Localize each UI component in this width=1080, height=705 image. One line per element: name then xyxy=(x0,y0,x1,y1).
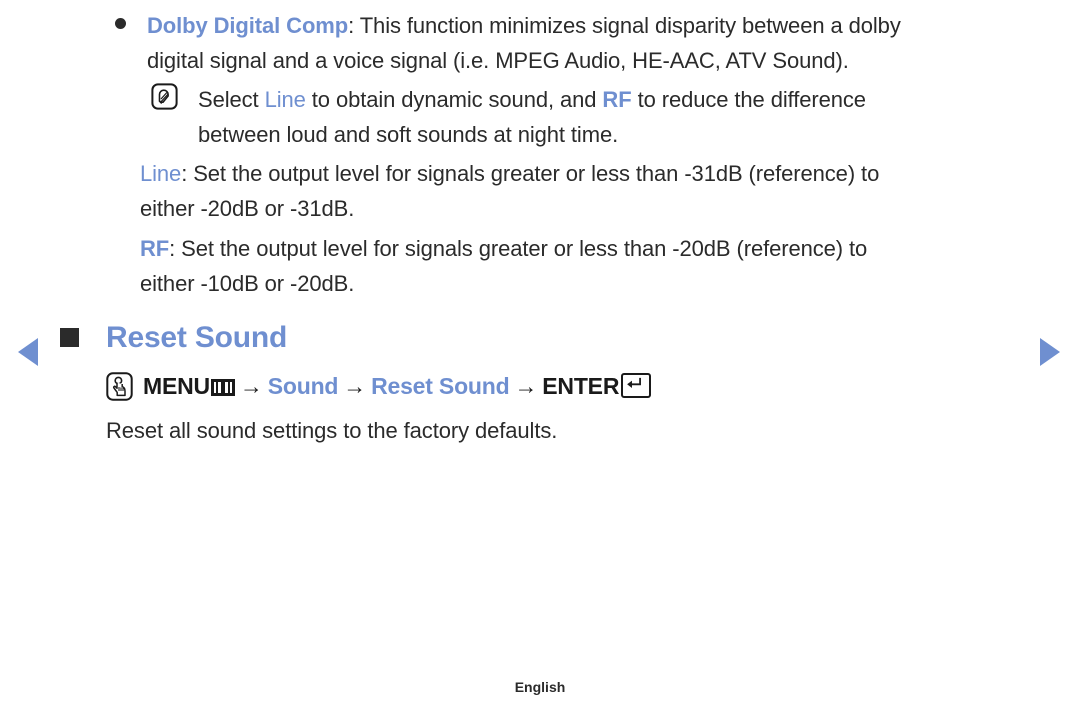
enter-label: ENTER xyxy=(542,373,620,399)
path-arrow-3: → xyxy=(514,373,538,399)
note-line2: between loud and soft sounds at night ti… xyxy=(198,122,619,147)
rf-option-line2: either -10dB or -20dB. xyxy=(140,271,355,296)
dolby-digital-comp-line2: digital signal and a voice signal (i.e. … xyxy=(147,48,849,73)
line-option-term: Line xyxy=(140,161,182,186)
menu-label: MENU xyxy=(143,373,210,399)
note-option-line: Line xyxy=(264,87,306,112)
dolby-digital-comp-paragraph: Dolby Digital Comp: This function minimi… xyxy=(147,8,1037,78)
menu-path-step-sound: Sound xyxy=(267,373,339,399)
prev-page-arrow-icon[interactable] xyxy=(18,338,38,366)
bullet-dot-icon xyxy=(115,18,126,29)
line-option-line1: : Set the output level for signals great… xyxy=(181,161,880,186)
note-text-part2: to obtain dynamic sound, and xyxy=(305,87,603,112)
footer-language: English xyxy=(514,679,566,695)
enter-return-icon xyxy=(621,373,652,398)
note-text-part1: Select xyxy=(198,87,265,112)
square-bullet-icon xyxy=(60,328,79,347)
rf-option-paragraph: RF: Set the output level for signals gre… xyxy=(140,231,1040,301)
note-pencil-icon xyxy=(151,83,178,110)
menu-path-step-reset-sound: Reset Sound xyxy=(371,373,510,399)
rf-option-line1: : Set the output level for signals great… xyxy=(169,236,868,261)
path-arrow-2: → xyxy=(343,373,367,399)
rf-option-term: RF xyxy=(140,236,170,261)
section-description: Reset all sound settings to the factory … xyxy=(106,418,558,443)
line-option-line2: either -20dB or -31dB. xyxy=(140,196,355,221)
note-paragraph: Select Line to obtain dynamic sound, and… xyxy=(198,82,1038,152)
page-title: Reset Sound xyxy=(106,321,288,354)
menu-path: MENU → Sound → Reset Sound → ENTER xyxy=(143,371,652,401)
dolby-digital-comp-term: Dolby Digital Comp xyxy=(147,13,349,38)
path-arrow-1: → xyxy=(239,373,263,399)
menu-bars-icon xyxy=(210,379,235,396)
page-root: Dolby Digital Comp: This function minimi… xyxy=(0,0,1080,705)
hand-press-icon xyxy=(106,372,133,401)
note-option-rf: RF xyxy=(602,87,632,112)
note-text-part3: to reduce the difference xyxy=(631,87,866,112)
dolby-digital-comp-line1: : This function minimizes signal dispari… xyxy=(348,13,901,38)
next-page-arrow-icon[interactable] xyxy=(1040,338,1060,366)
line-option-paragraph: Line: Set the output level for signals g… xyxy=(140,156,1040,226)
